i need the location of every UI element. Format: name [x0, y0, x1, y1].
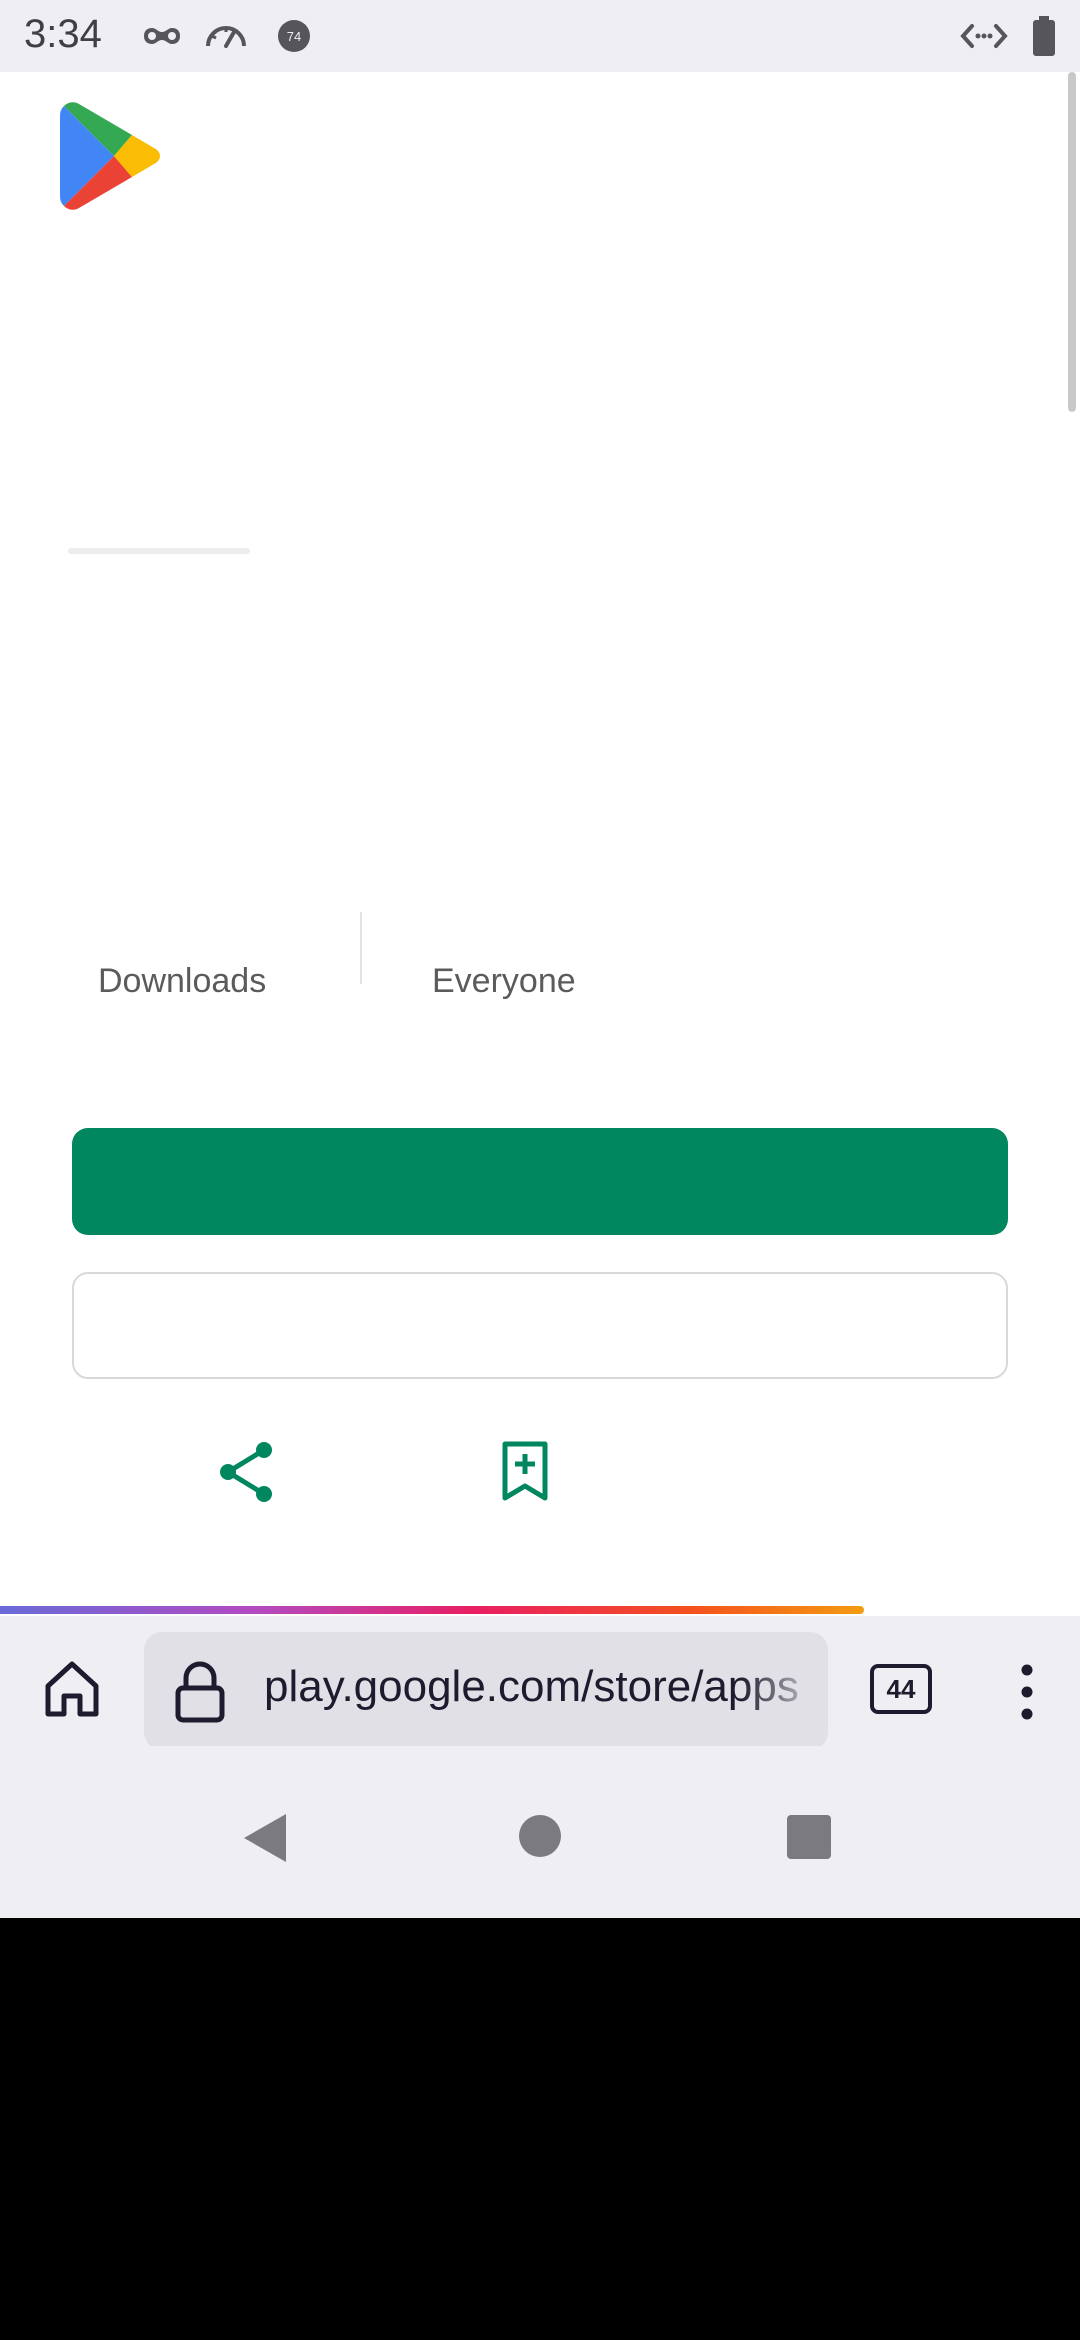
battery-icon [1030, 14, 1058, 63]
home-button-icon[interactable] [518, 1814, 562, 1863]
url-text[interactable]: play.google.com/store/apps [264, 1662, 824, 1712]
tab-counter-button[interactable]: 44 [870, 1664, 932, 1714]
content-rating-label: Everyone [432, 962, 576, 1000]
speedometer-icon [202, 14, 250, 63]
phone-screen: 3:34 74 Downloads Everyone play.google.c… [0, 0, 1080, 1918]
app-details-page [0, 72, 1080, 1612]
secondary-action-button[interactable] [72, 1272, 1008, 1379]
status-bar: 3:34 74 [0, 0, 1080, 72]
lock-icon[interactable] [174, 1660, 226, 1729]
back-icon[interactable] [240, 1810, 290, 1871]
status-time: 3:34 [24, 12, 102, 56]
wishlist-bookmark-icon[interactable] [500, 1440, 550, 1507]
google-play-logo[interactable] [58, 100, 162, 217]
badge-number: 74 [287, 29, 301, 44]
page-scrollbar[interactable] [1068, 72, 1076, 412]
share-icon[interactable] [216, 1440, 276, 1509]
url-bar[interactable]: play.google.com/store/apps [144, 1632, 828, 1750]
incognito-icon [140, 14, 184, 63]
downloads-label: Downloads [98, 962, 267, 1000]
browser-toolbar: play.google.com/store/apps 44 [0, 1616, 1080, 1750]
notification-badge-icon: 74 [276, 14, 312, 63]
loading-placeholder [68, 548, 250, 554]
install-button[interactable] [72, 1128, 1008, 1235]
overflow-menu-icon[interactable] [1010, 1660, 1044, 1729]
recents-icon[interactable] [786, 1814, 832, 1865]
home-icon[interactable] [40, 1656, 104, 1725]
stats-divider [360, 912, 362, 984]
system-nav-bar [0, 1746, 1080, 1918]
page-load-progress [0, 1606, 864, 1614]
code-arrows-icon [960, 14, 1008, 63]
